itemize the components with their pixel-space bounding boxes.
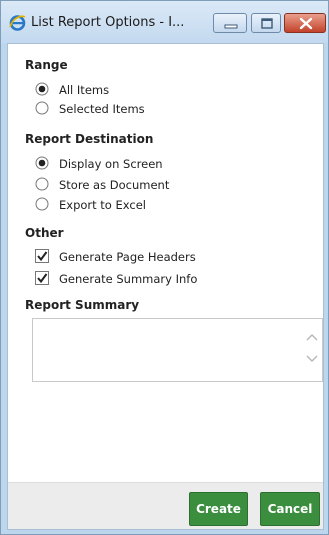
radio-button[interactable] [35, 156, 49, 170]
range-all-items-label: All Items [59, 83, 110, 97]
dialog-content [7, 43, 324, 530]
title-bar[interactable]: List Report Options - I... [1, 1, 328, 43]
checkbox[interactable] [35, 271, 49, 285]
maximize-icon [261, 18, 273, 29]
radio-button[interactable] [35, 177, 49, 191]
maximize-button[interactable] [251, 13, 281, 33]
destination-export-label: Export to Excel [59, 198, 146, 212]
radio-button[interactable] [35, 82, 49, 96]
radio-button[interactable] [35, 101, 49, 115]
generate-summary-info-label: Generate Summary Info [59, 272, 198, 286]
checkbox[interactable] [35, 249, 49, 263]
generate-page-headers-label: Generate Page Headers [59, 250, 196, 264]
minimize-icon [224, 24, 238, 29]
radio-button[interactable] [35, 197, 49, 211]
scroll-up-icon[interactable] [306, 333, 318, 341]
minimize-button[interactable] [213, 13, 247, 33]
destination-store-label: Store as Document [59, 178, 170, 192]
window-title: List Report Options - I... [31, 15, 185, 30]
cancel-button[interactable]: Cancel [260, 492, 320, 526]
destination-display-label: Display on Screen [59, 157, 163, 171]
dialog-window: List Report Options - I... Range All Ite… [0, 0, 329, 535]
close-icon [299, 17, 313, 30]
close-button[interactable] [284, 13, 326, 33]
range-section-title: Range [25, 58, 68, 72]
range-selected-items-label: Selected Items [59, 102, 145, 116]
destination-section-title: Report Destination [25, 132, 154, 146]
summary-section-title: Report Summary [25, 298, 140, 312]
ie-icon [9, 14, 26, 31]
report-summary-textarea[interactable] [32, 318, 323, 382]
other-section-title: Other [25, 226, 64, 240]
create-button[interactable]: Create [189, 492, 248, 526]
scroll-down-icon[interactable] [306, 355, 318, 363]
